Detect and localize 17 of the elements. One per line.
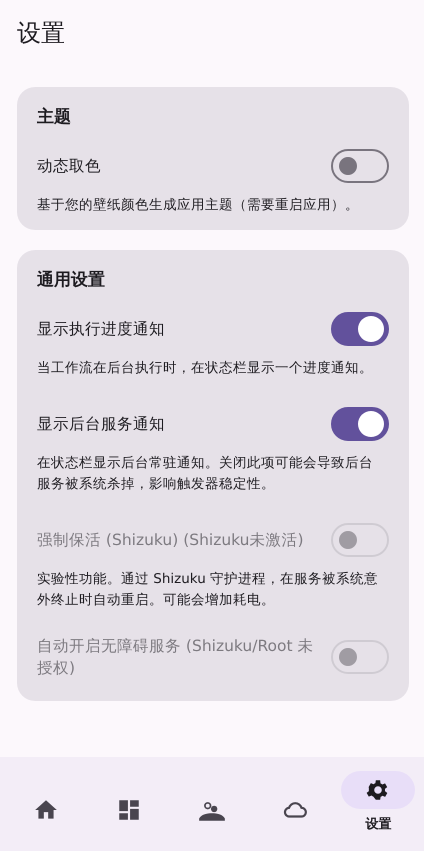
setting-description: 基于您的壁纸颜色生成应用主题（需要重启应用）。 — [37, 196, 360, 215]
setting-label: 强制保活 (Shizuku) (Shizuku未激活) — [37, 530, 304, 551]
nav-label: 设置 — [365, 816, 392, 833]
toggle-switch[interactable] — [331, 312, 389, 346]
section-title: 通用设置 — [37, 269, 106, 292]
setting-description: 在状态栏显示后台常驻通知。关闭此项可能会导致后台服务被系统杀掉，影响触发器稳定性。 — [37, 454, 374, 494]
section-title: 主题 — [37, 106, 72, 129]
setting-label: 自动开启无障碍服务 (Shizuku/Root 未授权) — [37, 636, 314, 679]
setting-label: 动态取色 — [37, 156, 101, 177]
setting-label: 显示后台服务通知 — [37, 414, 165, 435]
page-title: 设置 — [17, 18, 66, 49]
setting-label: 显示执行进度通知 — [37, 319, 165, 340]
toggle-switch[interactable] — [331, 407, 389, 441]
nav-tab[interactable] — [341, 771, 416, 809]
toggle-switch[interactable] — [331, 149, 389, 183]
setting-description: 当工作流在后台执行时，在状态栏显示一个进度通知。 — [37, 359, 374, 378]
setting-description: 实验性功能。通过 Shizuku 守护进程，在服务被系统意外终止时自动重启。可能会增加耗电。 — [37, 570, 380, 610]
